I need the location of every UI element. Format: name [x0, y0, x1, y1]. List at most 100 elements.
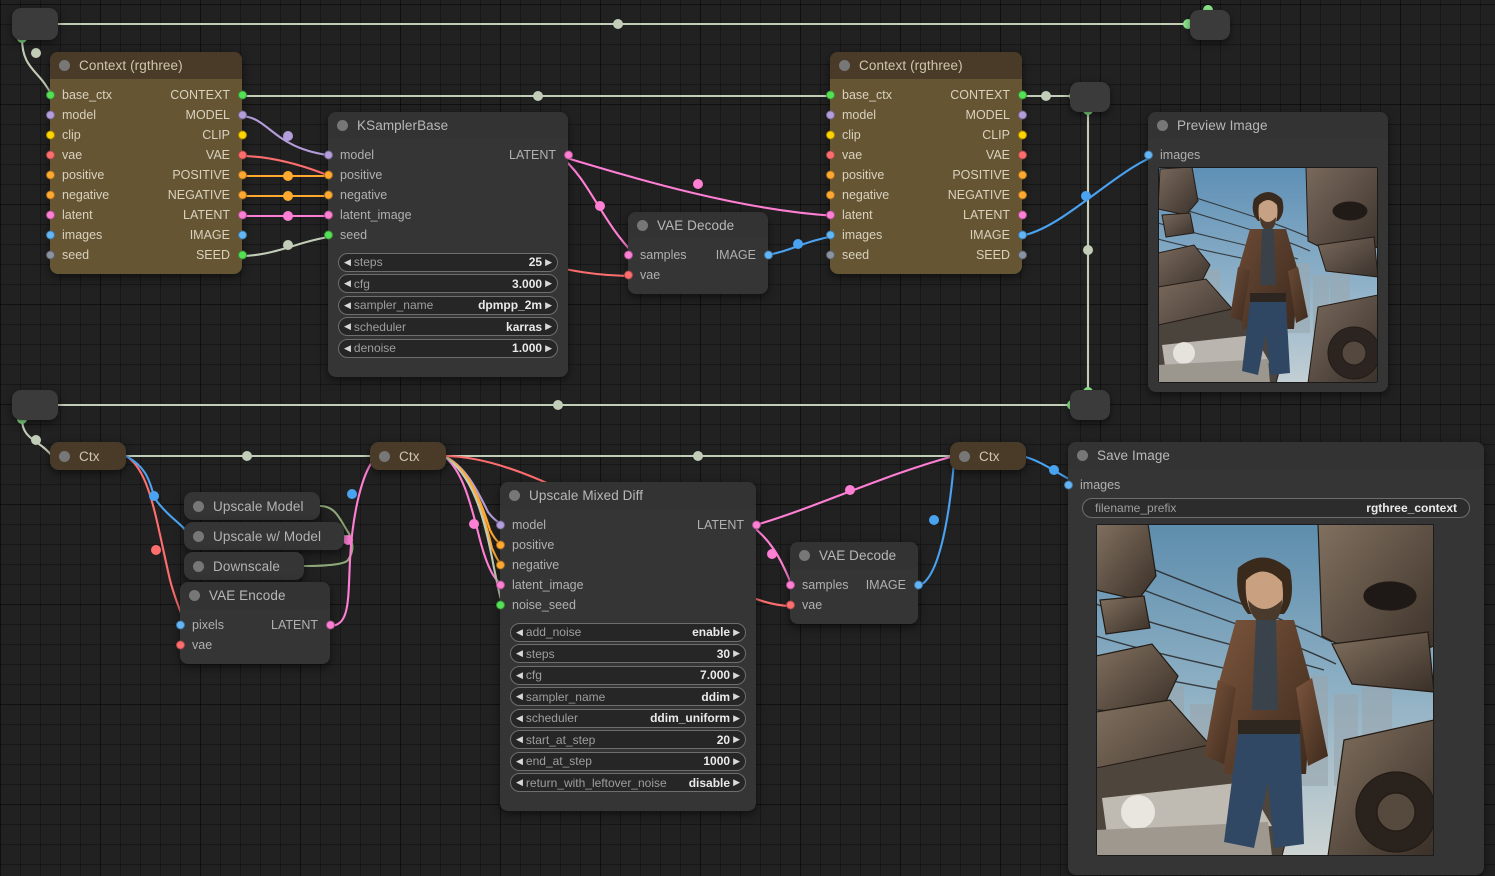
slot-row[interactable]: positive	[500, 535, 756, 555]
collapse-dot-icon[interactable]	[193, 531, 204, 542]
input-dot-seed[interactable]	[46, 251, 55, 260]
slot-row[interactable]: modelLATENT	[328, 145, 568, 165]
slot-row[interactable]: negative	[328, 185, 568, 205]
decrement-icon[interactable]: ◀	[516, 649, 523, 658]
input-dot-vae[interactable]	[786, 601, 795, 610]
slot-row[interactable]: base_ctxCONTEXT	[50, 85, 242, 105]
input-dot-positive[interactable]	[496, 541, 505, 550]
input-dot-vae[interactable]	[176, 641, 185, 650]
increment-icon[interactable]: ▶	[733, 628, 740, 637]
input-dot-seed[interactable]	[826, 251, 835, 260]
decrement-icon[interactable]: ◀	[516, 692, 523, 701]
slot-row[interactable]: vaeVAE	[50, 145, 242, 165]
widget-start-at-step[interactable]: ◀start_at_step20▶	[510, 730, 746, 749]
node-header[interactable]: Save Image	[1068, 442, 1484, 469]
slot-row[interactable]: positivePOSITIVE	[830, 165, 1022, 185]
widget-sampler-name[interactable]: ◀sampler_namedpmpp_2m▶	[338, 296, 558, 315]
collapse-dot-icon[interactable]	[799, 550, 810, 561]
widget-add-noise[interactable]: ◀add_noiseenable▶	[510, 623, 746, 642]
slot-row[interactable]: positive	[328, 165, 568, 185]
node-collapsed-ctx-right[interactable]: Ctx	[950, 442, 1026, 470]
slot-row[interactable]: vae	[180, 635, 330, 655]
slot-row[interactable]: seedSEED	[50, 245, 242, 265]
output-dot-LATENT[interactable]	[564, 151, 573, 160]
output-dot-SEED[interactable]	[1018, 251, 1027, 260]
slot-row[interactable]: latentLATENT	[50, 205, 242, 225]
slot-row[interactable]: negativeNEGATIVE	[830, 185, 1022, 205]
input-dot-samples[interactable]	[624, 251, 633, 260]
node-collapsed-upscale-w-model[interactable]: Upscale w/ Model	[184, 522, 344, 550]
collapse-dot-icon[interactable]	[1077, 450, 1088, 461]
output-dot-IMAGE[interactable]	[914, 581, 923, 590]
output-dot-MODEL[interactable]	[238, 111, 247, 120]
slot-row[interactable]: vaeVAE	[830, 145, 1022, 165]
input-dot-positive[interactable]	[826, 171, 835, 180]
output-dot-VAE[interactable]	[1018, 151, 1027, 160]
input-dot-noise_seed[interactable]	[496, 601, 505, 610]
input-dot-negative[interactable]	[496, 561, 505, 570]
widget-steps[interactable]: ◀steps30▶	[510, 644, 746, 663]
input-dot-negative[interactable]	[826, 191, 835, 200]
slot-row[interactable]: latent_image	[500, 575, 756, 595]
slot-row[interactable]: clipCLIP	[830, 125, 1022, 145]
slot-row[interactable]: modelLATENT	[500, 515, 756, 535]
output-dot-VAE[interactable]	[238, 151, 247, 160]
widget-sampler-name[interactable]: ◀sampler_nameddim▶	[510, 687, 746, 706]
slot-row[interactable]: imagesIMAGE	[50, 225, 242, 245]
slot-row[interactable]: vae	[790, 595, 918, 615]
input-dot-model[interactable]	[496, 521, 505, 530]
collapse-dot-icon[interactable]	[509, 490, 520, 501]
slot-row[interactable]: negative	[500, 555, 756, 575]
output-dot-LATENT[interactable]	[326, 621, 335, 630]
input-dot-latent_image[interactable]	[324, 211, 333, 220]
widget-scheduler[interactable]: ◀schedulerddim_uniform▶	[510, 709, 746, 728]
input-dot-images[interactable]	[826, 231, 835, 240]
reroute-node-mid-left[interactable]	[12, 390, 58, 420]
collapse-dot-icon[interactable]	[337, 120, 348, 131]
collapse-dot-icon[interactable]	[379, 451, 390, 462]
input-dot-images[interactable]	[1064, 481, 1073, 490]
node-save-image[interactable]: Save Image images filename_prefix rgthre…	[1068, 442, 1484, 875]
slot-row[interactable]: seed	[328, 225, 568, 245]
input-dot-pixels[interactable]	[176, 621, 185, 630]
increment-icon[interactable]: ▶	[545, 258, 552, 267]
decrement-icon[interactable]: ◀	[516, 714, 523, 723]
slot-row[interactable]: imagesIMAGE	[830, 225, 1022, 245]
node-header[interactable]: Context (rgthree)	[830, 52, 1022, 79]
slot-row[interactable]: samplesIMAGE	[790, 575, 918, 595]
input-dot-positive[interactable]	[324, 171, 333, 180]
node-header[interactable]: VAE Decode	[790, 542, 918, 569]
decrement-icon[interactable]: ◀	[344, 322, 351, 331]
node-header[interactable]: Context (rgthree)	[50, 52, 242, 79]
slot-row[interactable]: seedSEED	[830, 245, 1022, 265]
increment-icon[interactable]: ▶	[545, 322, 552, 331]
reroute-node-right-upper[interactable]	[1070, 82, 1110, 112]
node-upscale-mixed-diff[interactable]: Upscale Mixed Diff modelLATENT positive …	[500, 482, 756, 811]
slot-row[interactable]: noise_seed	[500, 595, 756, 615]
node-collapsed-ctx-left[interactable]: Ctx	[50, 442, 126, 470]
collapse-dot-icon[interactable]	[193, 561, 204, 572]
decrement-icon[interactable]: ◀	[516, 628, 523, 637]
output-dot-LATENT[interactable]	[1018, 211, 1027, 220]
input-dot-latent_image[interactable]	[496, 581, 505, 590]
widget-scheduler[interactable]: ◀schedulerkarras▶	[338, 317, 558, 336]
slot-row[interactable]: positivePOSITIVE	[50, 165, 242, 185]
input-dot-samples[interactable]	[786, 581, 795, 590]
input-dot-model[interactable]	[324, 151, 333, 160]
decrement-icon[interactable]: ◀	[344, 344, 351, 353]
node-vae-decode-bottom[interactable]: VAE Decode samplesIMAGE vae	[790, 542, 918, 624]
increment-icon[interactable]: ▶	[733, 714, 740, 723]
input-dot-vae[interactable]	[624, 271, 633, 280]
input-dot-positive[interactable]	[46, 171, 55, 180]
widget-filename-prefix[interactable]: filename_prefix rgthree_context	[1082, 498, 1470, 518]
node-graph-canvas[interactable]: Context (rgthree) base_ctxCONTEXT modelM…	[0, 0, 1495, 876]
node-header[interactable]: VAE Decode	[628, 212, 768, 239]
slot-row[interactable]: latentLATENT	[830, 205, 1022, 225]
decrement-icon[interactable]: ◀	[516, 671, 523, 680]
input-dot-model[interactable]	[826, 111, 835, 120]
node-collapsed-upscale-model[interactable]: Upscale Model	[184, 492, 320, 520]
node-header[interactable]: Upscale Mixed Diff	[500, 482, 756, 509]
output-dot-POSITIVE[interactable]	[238, 171, 247, 180]
input-dot-clip[interactable]	[826, 131, 835, 140]
input-dot-latent[interactable]	[46, 211, 55, 220]
